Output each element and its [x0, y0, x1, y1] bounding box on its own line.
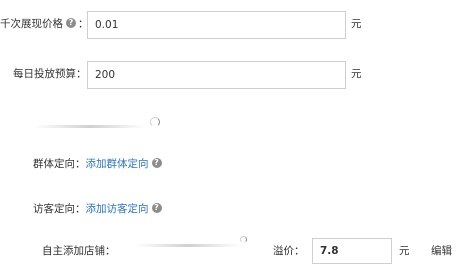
campaign-settings-form: 千次展现价格?： 0.01 元 每日投放预算： 200 元 群体定向：添加群体定… [0, 0, 465, 268]
add-group-targeting-link[interactable]: 添加群体定向 [86, 158, 149, 170]
visitor-targeting-row: 访客定向：添加访客定向? [33, 202, 164, 216]
question-circle-icon[interactable]: ? [151, 158, 162, 168]
daily-budget-input[interactable]: 200 [87, 61, 346, 89]
premium-value: 7.8 [320, 245, 339, 257]
visitor-targeting-label: 访客定向： [33, 203, 86, 215]
premium-label: 溢价： [273, 245, 305, 257]
cpm-price-unit: 元 [351, 18, 362, 30]
premium-unit: 元 [399, 245, 410, 257]
group-targeting-label: 群体定向： [33, 158, 86, 170]
loading-icon [240, 236, 247, 243]
cpm-price-input[interactable]: 0.01 [87, 11, 346, 39]
group-targeting-row: 群体定向：添加群体定向? [33, 157, 164, 171]
add-visitor-targeting-link[interactable]: 添加访客定向 [86, 203, 149, 215]
premium-input[interactable]: 7.8 [312, 238, 392, 264]
redacted-text [34, 125, 146, 128]
loading-icon [150, 117, 160, 127]
custom-shop-label: 自主添加店铺： [42, 245, 116, 257]
redacted-shop-name [136, 244, 240, 247]
cpm-price-label-text: 千次展现价格 [0, 18, 63, 30]
cpm-price-label: 千次展现价格?： [0, 17, 89, 31]
daily-budget-label: 每日投放预算： [13, 68, 87, 80]
daily-budget-unit: 元 [351, 68, 362, 80]
edit-button[interactable]: 编辑 [431, 244, 452, 258]
question-circle-icon[interactable]: ? [151, 203, 162, 213]
daily-budget-value: 200 [95, 69, 116, 81]
cpm-price-value: 0.01 [95, 19, 119, 31]
question-circle-icon[interactable]: ? [66, 18, 76, 28]
